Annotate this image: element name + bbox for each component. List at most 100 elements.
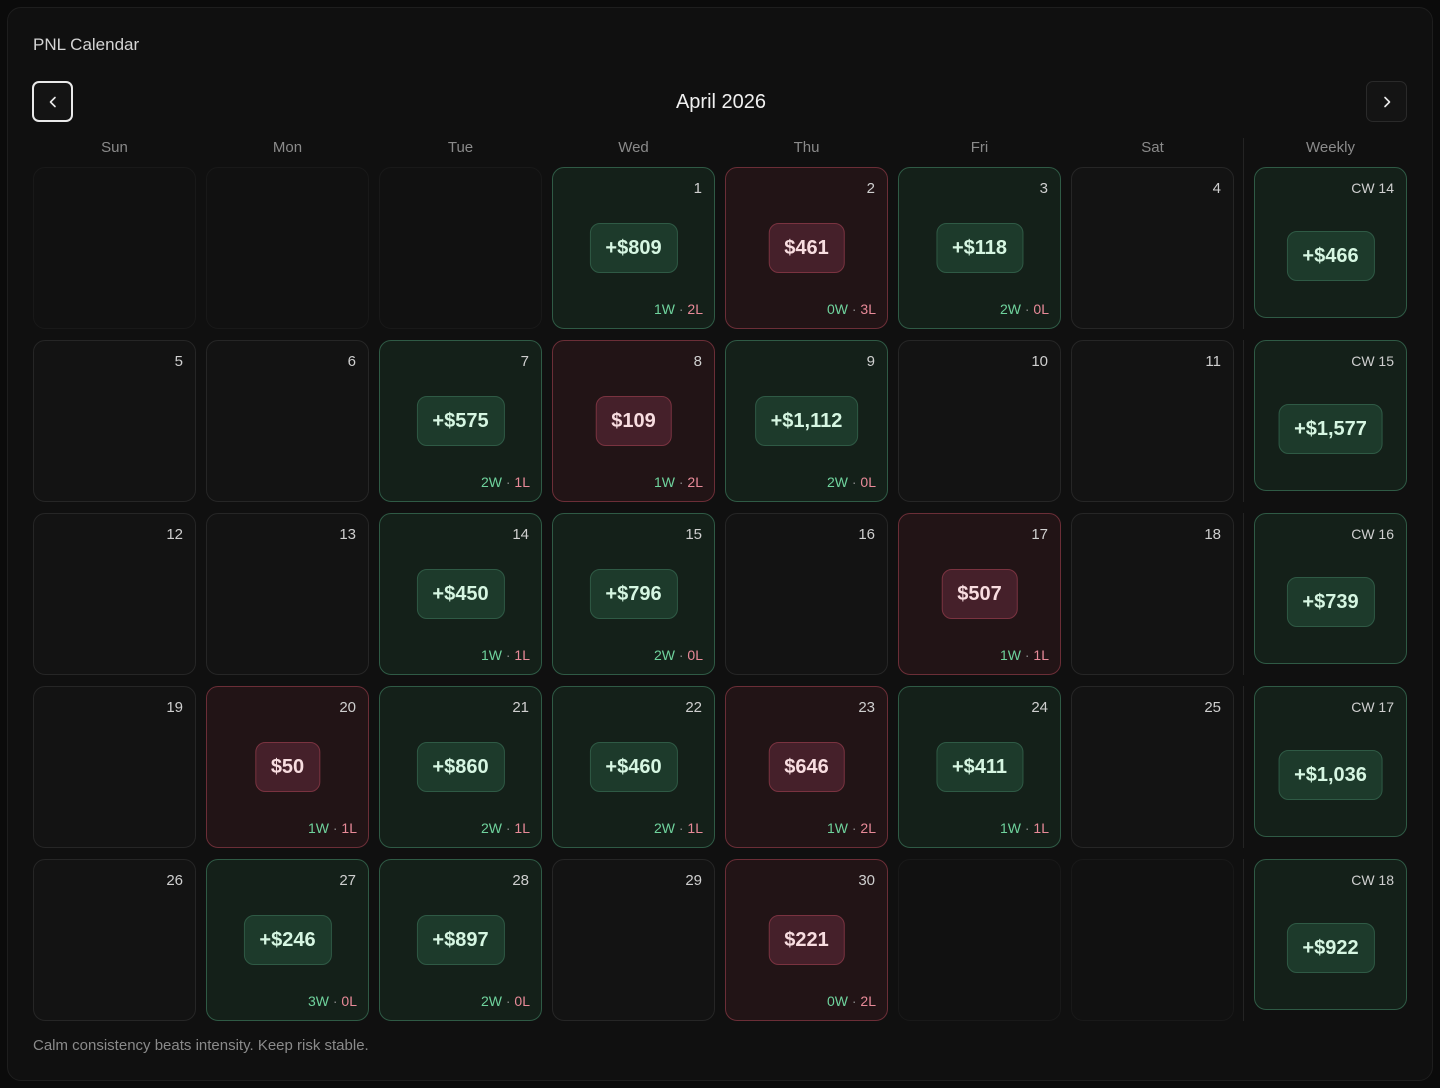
weekly-column-divider bbox=[1243, 686, 1244, 848]
day-number: 9 bbox=[866, 353, 875, 370]
day-cell[interactable]: 11 bbox=[1071, 340, 1234, 502]
separator: · bbox=[1020, 301, 1034, 317]
day-cell[interactable]: 30 $221 0W · 2L bbox=[725, 859, 888, 1021]
win-count: 3W bbox=[307, 993, 329, 1009]
day-cell[interactable]: 23 $646 1W · 2L bbox=[725, 686, 888, 848]
loss-count: 2L bbox=[860, 993, 876, 1009]
day-cell[interactable]: 7 +$575 2W · 1L bbox=[379, 340, 542, 502]
day-cell[interactable]: 8 $109 1W · 2L bbox=[552, 340, 715, 502]
day-cell[interactable]: 24 +$411 1W · 1L bbox=[898, 686, 1061, 848]
weekly-summary-cell[interactable]: CW 17 +$1,036 bbox=[1254, 686, 1407, 837]
weekly-summary-cell[interactable]: CW 15 +$1,577 bbox=[1254, 340, 1407, 491]
weekly-pnl-amount: +$1,577 bbox=[1278, 404, 1383, 454]
win-count: 2W bbox=[653, 820, 675, 836]
day-cell[interactable]: 13 bbox=[206, 513, 369, 675]
win-loss-count: 2W · 0L bbox=[481, 993, 530, 1009]
separator: · bbox=[674, 474, 688, 490]
pnl-amount: $507 bbox=[941, 569, 1018, 619]
win-count: 2W bbox=[480, 993, 502, 1009]
win-loss-count: 2W · 0L bbox=[827, 474, 876, 490]
win-count: 1W bbox=[653, 474, 675, 490]
separator: · bbox=[674, 647, 688, 663]
day-cell[interactable]: 1 +$809 1W · 2L bbox=[552, 167, 715, 329]
day-cell[interactable]: 25 bbox=[1071, 686, 1234, 848]
separator: · bbox=[847, 993, 861, 1009]
day-cell[interactable]: 29 bbox=[552, 859, 715, 1021]
day-cell[interactable]: 22 +$460 2W · 1L bbox=[552, 686, 715, 848]
loss-count: 2L bbox=[687, 301, 703, 317]
win-count: 2W bbox=[653, 647, 675, 663]
day-number: 6 bbox=[347, 353, 356, 370]
pnl-amount: $109 bbox=[595, 396, 672, 446]
day-number: 26 bbox=[166, 872, 183, 889]
calendar-blank-cell bbox=[33, 167, 196, 329]
separator: · bbox=[674, 301, 688, 317]
loss-count: 0L bbox=[341, 993, 357, 1009]
pnl-amount: +$860 bbox=[416, 742, 505, 792]
win-count: 1W bbox=[826, 820, 848, 836]
day-cell[interactable]: 14 +$450 1W · 1L bbox=[379, 513, 542, 675]
win-count: 1W bbox=[999, 647, 1021, 663]
day-cell[interactable]: 18 bbox=[1071, 513, 1234, 675]
weekday-header-fri: Fri bbox=[970, 139, 989, 156]
calendar-week-label: CW 18 bbox=[1351, 872, 1394, 888]
pnl-amount: +$897 bbox=[416, 915, 505, 965]
day-cell[interactable]: 4 bbox=[1071, 167, 1234, 329]
calendar-blank-cell bbox=[898, 859, 1061, 1021]
win-loss-count: 1W · 2L bbox=[654, 474, 703, 490]
day-cell[interactable]: 27 +$246 3W · 0L bbox=[206, 859, 369, 1021]
pnl-amount: +$450 bbox=[416, 569, 505, 619]
separator: · bbox=[847, 301, 861, 317]
weekly-summary-cell[interactable]: CW 16 +$739 bbox=[1254, 513, 1407, 664]
loss-count: 3L bbox=[860, 301, 876, 317]
day-cell[interactable]: 16 bbox=[725, 513, 888, 675]
day-cell[interactable]: 2 $461 0W · 3L bbox=[725, 167, 888, 329]
day-cell[interactable]: 10 bbox=[898, 340, 1061, 502]
day-number: 30 bbox=[858, 872, 875, 889]
day-cell[interactable]: 9 +$1,112 2W · 0L bbox=[725, 340, 888, 502]
day-cell[interactable]: 3 +$118 2W · 0L bbox=[898, 167, 1061, 329]
pnl-amount: +$460 bbox=[589, 742, 678, 792]
weekly-column-divider bbox=[1243, 340, 1244, 502]
day-cell[interactable]: 5 bbox=[33, 340, 196, 502]
day-cell[interactable]: 19 bbox=[33, 686, 196, 848]
separator: · bbox=[328, 993, 342, 1009]
day-number: 7 bbox=[520, 353, 529, 370]
day-cell[interactable]: 15 +$796 2W · 0L bbox=[552, 513, 715, 675]
win-loss-count: 2W · 0L bbox=[654, 647, 703, 663]
next-month-button[interactable] bbox=[1366, 81, 1407, 122]
day-number: 21 bbox=[512, 699, 529, 716]
separator: · bbox=[1020, 647, 1034, 663]
win-loss-count: 2W · 0L bbox=[1000, 301, 1049, 317]
loss-count: 1L bbox=[687, 820, 703, 836]
day-cell[interactable]: 6 bbox=[206, 340, 369, 502]
win-count: 2W bbox=[480, 474, 502, 490]
day-cell[interactable]: 21 +$860 2W · 1L bbox=[379, 686, 542, 848]
weekly-header: Weekly bbox=[1306, 139, 1355, 156]
weekday-header-mon: Mon bbox=[272, 139, 303, 156]
day-cell[interactable]: 12 bbox=[33, 513, 196, 675]
weekly-pnl-amount: +$466 bbox=[1286, 231, 1375, 281]
loss-count: 1L bbox=[1033, 647, 1049, 663]
day-number: 23 bbox=[858, 699, 875, 716]
pnl-amount: +$118 bbox=[935, 223, 1024, 273]
pnl-amount: $221 bbox=[768, 915, 845, 965]
calendar-week-label: CW 17 bbox=[1351, 699, 1394, 715]
day-number: 18 bbox=[1204, 526, 1221, 543]
loss-count: 1L bbox=[514, 820, 530, 836]
win-loss-count: 1W · 1L bbox=[1000, 647, 1049, 663]
win-loss-count: 1W · 1L bbox=[308, 820, 357, 836]
loss-count: 0L bbox=[514, 993, 530, 1009]
win-count: 1W bbox=[999, 820, 1021, 836]
weekly-summary-cell[interactable]: CW 18 +$922 bbox=[1254, 859, 1407, 1010]
win-loss-count: 0W · 2L bbox=[827, 993, 876, 1009]
day-cell[interactable]: 20 $50 1W · 1L bbox=[206, 686, 369, 848]
weekly-summary-cell[interactable]: CW 14 +$466 bbox=[1254, 167, 1407, 318]
day-number: 29 bbox=[685, 872, 702, 889]
day-cell[interactable]: 17 $507 1W · 1L bbox=[898, 513, 1061, 675]
day-cell[interactable]: 28 +$897 2W · 0L bbox=[379, 859, 542, 1021]
win-loss-count: 1W · 2L bbox=[827, 820, 876, 836]
day-cell[interactable]: 26 bbox=[33, 859, 196, 1021]
win-count: 2W bbox=[999, 301, 1021, 317]
day-number: 1 bbox=[693, 180, 702, 197]
